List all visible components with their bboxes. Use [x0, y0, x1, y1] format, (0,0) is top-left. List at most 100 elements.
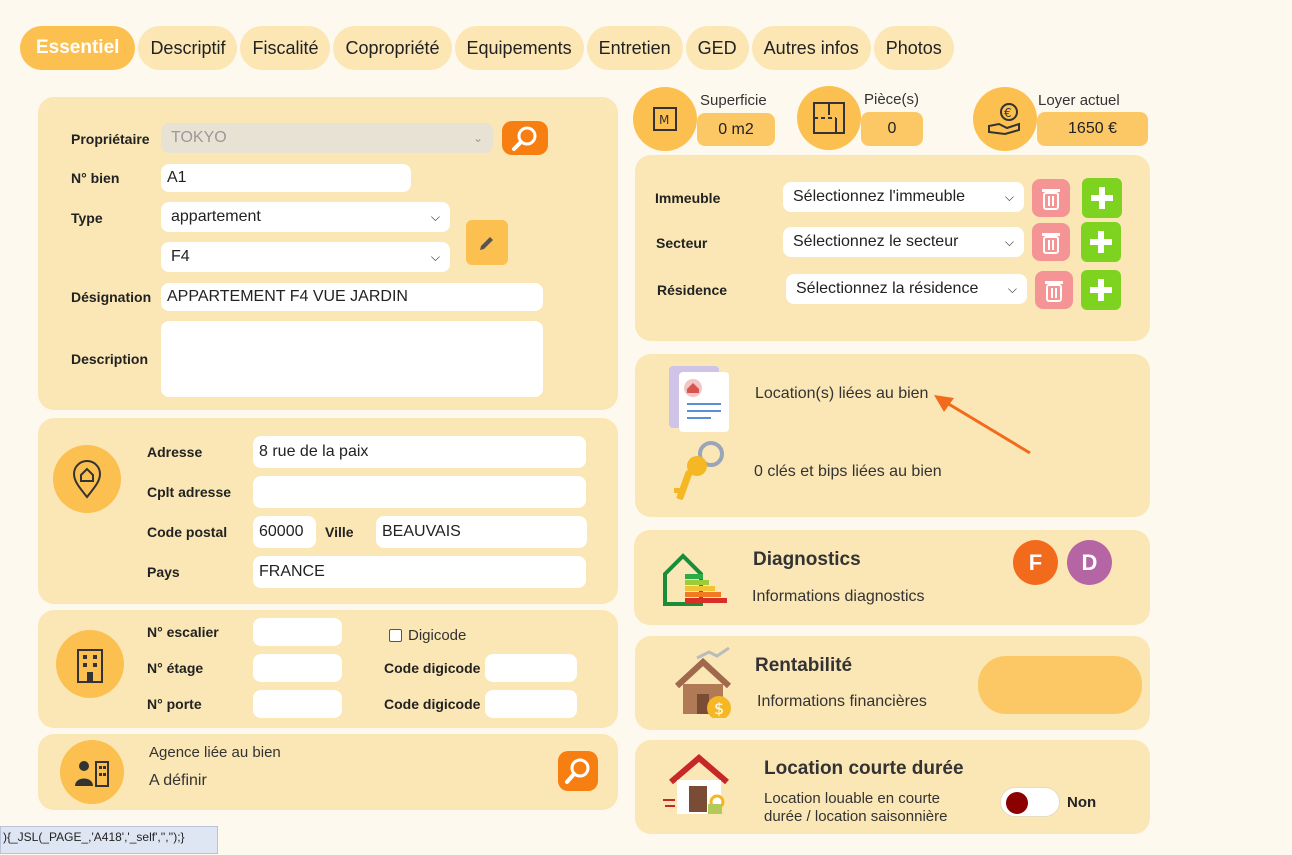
agent-icon — [75, 761, 109, 787]
building-panel: N° escalier N° étage N° porte Digicode C… — [38, 610, 618, 728]
type-select[interactable]: appartement ⌵ — [161, 202, 450, 232]
courte-panel: Location courte durée Location louable e… — [635, 740, 1150, 834]
trash-icon — [1042, 233, 1060, 254]
code2-input[interactable] — [485, 690, 577, 718]
agency-panel: Agence liée au bien A définir — [38, 734, 618, 810]
arrow-annotation-icon — [934, 395, 1031, 455]
etage-input[interactable] — [253, 654, 342, 682]
pays-input[interactable]: FRANCE — [253, 556, 586, 588]
svg-text:M: M — [659, 113, 669, 127]
type-label: Type — [71, 210, 103, 226]
tab-bar: Essentiel Descriptif Fiscalité Coproprié… — [20, 26, 954, 70]
tab-fiscalite[interactable]: Fiscalité — [240, 26, 331, 70]
building-circle — [56, 630, 124, 698]
add-residence-button[interactable] — [1081, 270, 1121, 310]
pieces-value: 0 — [861, 112, 923, 146]
rentabilite-panel: $ Rentabilité Informations financières — [635, 636, 1150, 730]
subtype-value: F4 — [171, 248, 190, 265]
immeuble-value: Sélectionnez l'immeuble — [793, 188, 966, 205]
loyer-circle: € — [973, 87, 1037, 151]
chevron-down-icon: ⌵ — [430, 209, 440, 224]
secteur-label: Secteur — [656, 235, 708, 251]
dpe-badge[interactable]: F — [1013, 540, 1058, 585]
subtype-select[interactable]: F4 ⌵ — [161, 242, 450, 272]
residence-label: Résidence — [657, 282, 728, 298]
plus-icon — [1091, 187, 1113, 209]
address-panel: Adresse 8 rue de la paix Cplt adresse Co… — [38, 418, 618, 604]
edit-type-button[interactable] — [466, 220, 508, 265]
tab-essentiel[interactable]: Essentiel — [20, 26, 136, 70]
escalier-input[interactable] — [253, 618, 342, 646]
pays-label: Pays — [147, 564, 180, 580]
search-icon — [565, 758, 590, 784]
floorplan-icon — [813, 102, 845, 134]
etage-label: N° étage — [147, 660, 204, 676]
house-key-icon — [663, 754, 729, 814]
designation-input[interactable]: APPARTEMENT F4 VUE JARDIN — [161, 283, 543, 311]
loyer-label: Loyer actuel — [1038, 92, 1120, 109]
add-secteur-button[interactable] — [1081, 222, 1121, 262]
owner-select[interactable]: TOKYO ⌄ — [161, 123, 493, 153]
cplt-input[interactable] — [253, 476, 586, 508]
delete-secteur-button[interactable] — [1032, 223, 1070, 261]
cplt-label: Cplt adresse — [147, 484, 232, 500]
delete-residence-button[interactable] — [1035, 271, 1073, 309]
agency-value: A définir — [149, 772, 207, 789]
agency-title: Agence liée au bien — [149, 744, 281, 761]
chevron-down-icon: ⌵ — [1004, 234, 1014, 249]
escalier-label: N° escalier — [147, 624, 219, 640]
building-icon — [77, 649, 103, 683]
location-pin-circle — [53, 445, 121, 513]
owner-value: TOKYO — [171, 129, 227, 146]
superficie-value: 0 m2 — [697, 113, 775, 146]
plus-icon — [1090, 231, 1112, 253]
delete-immeuble-button[interactable] — [1032, 179, 1070, 217]
ges-badge[interactable]: D — [1067, 540, 1112, 585]
digicode-label: Digicode — [408, 627, 467, 644]
search-owner-button[interactable] — [502, 121, 548, 155]
porte-input[interactable] — [253, 690, 342, 718]
rentabilite-value-pill — [978, 656, 1142, 714]
cp-input[interactable]: 60000 — [253, 516, 316, 548]
svg-text:$: $ — [714, 699, 724, 718]
porte-label: N° porte — [147, 696, 202, 712]
courte-line2: durée / location saisonnière — [764, 808, 948, 825]
description-textarea[interactable] — [161, 321, 543, 397]
tab-photos[interactable]: Photos — [873, 26, 954, 70]
diagnostics-panel: Diagnostics Informations diagnostics F D — [634, 530, 1150, 625]
keys-icon — [674, 441, 724, 500]
tab-autres-infos[interactable]: Autres infos — [751, 26, 871, 70]
locations-panel: Location(s) liées au bien 0 clés et bips… — [635, 354, 1150, 517]
residence-select[interactable]: Sélectionnez la résidence ⌵ — [786, 274, 1027, 304]
code1-label: Code digicode — [384, 660, 481, 676]
plus-icon — [1090, 279, 1112, 301]
digicode-checkbox[interactable] — [389, 629, 402, 642]
tab-descriptif[interactable]: Descriptif — [138, 26, 238, 70]
tab-entretien[interactable]: Entretien — [586, 26, 683, 70]
tab-copropriete[interactable]: Copropriété — [333, 26, 452, 70]
locations-link[interactable]: Location(s) liées au bien — [755, 385, 928, 403]
adresse-label: Adresse — [147, 444, 203, 460]
tab-ged[interactable]: GED — [685, 26, 749, 70]
tab-equipements[interactable]: Equipements — [454, 26, 584, 70]
immeuble-select[interactable]: Sélectionnez l'immeuble ⌵ — [783, 182, 1024, 212]
courte-toggle[interactable] — [1000, 787, 1060, 817]
svg-text:€: € — [1004, 106, 1012, 120]
trash-icon — [1045, 281, 1063, 302]
search-agency-button[interactable] — [558, 751, 598, 791]
diagnostics-title: Diagnostics — [753, 549, 861, 570]
adresse-input[interactable]: 8 rue de la paix — [253, 436, 586, 468]
general-panel: Propriétaire TOKYO ⌄ N° bien A1 Type appa… — [38, 97, 618, 410]
designation-label: Désignation — [71, 289, 152, 305]
add-immeuble-button[interactable] — [1082, 178, 1122, 218]
nbien-input[interactable]: A1 — [161, 164, 411, 192]
ville-input[interactable]: BEAUVAIS — [376, 516, 587, 548]
immeuble-label: Immeuble — [655, 190, 721, 206]
owner-label: Propriétaire — [71, 131, 150, 147]
code1-input[interactable] — [485, 654, 577, 682]
secteur-select[interactable]: Sélectionnez le secteur ⌵ — [783, 227, 1024, 257]
keys-link[interactable]: 0 clés et bips liées au bien — [754, 463, 942, 481]
chevron-down-icon: ⌵ — [430, 249, 440, 264]
ville-label: Ville — [325, 524, 354, 540]
pieces-label: Pièce(s) — [864, 91, 920, 108]
